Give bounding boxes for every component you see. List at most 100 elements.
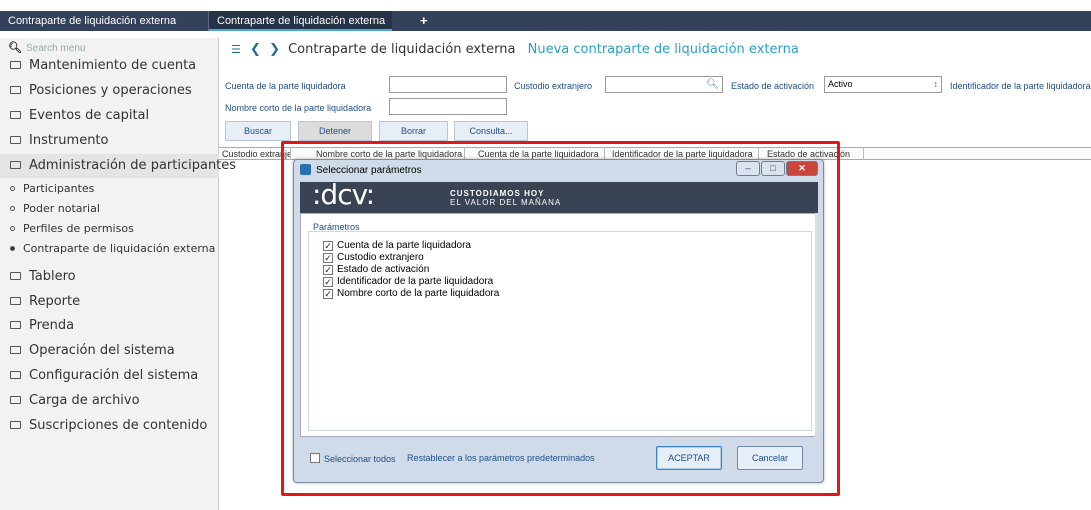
params-group: ✓ Cuenta de la parte liquidadora ✓ Custodi… — [308, 231, 812, 431]
search-input[interactable]: Search menu — [26, 43, 85, 54]
seleccionar-parametros-dialog: Seleccionar parámetros – □ ✕ :dcv: CUSTO… — [293, 159, 824, 483]
folder-icon — [10, 61, 21, 69]
dropdown-icon[interactable]: ↕ — [934, 77, 939, 92]
folder-icon — [10, 272, 21, 280]
folder-icon — [10, 396, 21, 404]
dialog-scrollbar[interactable] — [815, 213, 818, 437]
param-label: Cuenta de la parte liquidadora — [337, 240, 471, 251]
sidebar-item-instrumento[interactable]: Instrumento — [10, 131, 108, 151]
param-checkbox-cuenta[interactable]: ✓ Cuenta de la parte liquidadora — [323, 240, 471, 252]
sidebar-item-label: Mantenimiento de cuenta — [29, 58, 197, 73]
sidebar-item-reporte[interactable]: Reporte — [10, 292, 80, 312]
checkbox-checked-icon[interactable]: ✓ — [323, 265, 333, 275]
select-all-checkbox[interactable]: Seleccionar todos — [310, 452, 396, 464]
param-label: Estado de activación — [337, 264, 430, 275]
checkbox-checked-icon[interactable]: ✓ — [323, 289, 333, 299]
top-tab-bar: Contraparte de liquidación externa Contr… — [0, 11, 1091, 31]
tab-contraparte-1[interactable]: Contraparte de liquidación externa — [0, 11, 209, 31]
sidebar-item-operacion[interactable]: Operación del sistema — [10, 341, 175, 361]
maximize-button[interactable]: □ — [761, 161, 785, 176]
sidebar-item-label: Posiciones y operaciones — [29, 83, 192, 98]
identificador-label: Identificador de la parte liquidadora — [950, 81, 1091, 91]
param-checkbox-identificador[interactable]: ✓ Identificador de la parte liquidadora — [323, 276, 493, 288]
sidebar-menu: 🔍︎ Search menu Mantenimiento de cuenta Po… — [0, 38, 236, 510]
checkbox-checked-icon[interactable]: ✓ — [323, 253, 333, 263]
sidebar-item-tablero[interactable]: Tablero — [10, 267, 76, 287]
param-checkbox-estado[interactable]: ✓ Estado de activación — [323, 264, 429, 276]
sidebar-item-administracion[interactable]: Administración de participantes — [0, 154, 236, 178]
detener-button[interactable]: Detener — [298, 121, 372, 141]
param-label: Custodio extranjero — [337, 252, 424, 263]
cancelar-button[interactable]: Cancelar — [737, 446, 803, 470]
bullet-icon — [10, 186, 15, 191]
tab-contraparte-2-active[interactable]: Contraparte de liquidación externa — [209, 11, 392, 31]
buscar-button[interactable]: Buscar — [225, 121, 291, 141]
sidebar-item-mantenimiento[interactable]: Mantenimiento de cuenta — [10, 56, 196, 76]
sidebar-subitem-label: Contraparte de liquidación externa — [23, 242, 216, 255]
back-arrow-icon[interactable]: ❮ — [250, 42, 261, 57]
nombre-input[interactable] — [389, 98, 507, 115]
sidebar-item-label: Operación del sistema — [29, 343, 175, 358]
sidebar-item-label: Suscripciones de contenido — [29, 418, 208, 433]
sidebar-subitem-participantes[interactable]: Participantes — [10, 180, 94, 198]
slogan-line-1: CUSTODIAMOS HOY — [450, 189, 545, 198]
page-title: Contraparte de liquidación externa — [288, 42, 516, 57]
checkbox-unchecked-icon[interactable] — [310, 453, 320, 463]
sidebar-item-suscripciones[interactable]: Suscripciones de contenido — [10, 416, 207, 436]
hierarchy-icon[interactable]: ☰ — [231, 43, 241, 56]
minimize-button[interactable]: – — [736, 161, 760, 176]
bullet-filled-icon — [10, 246, 15, 251]
close-button[interactable]: ✕ — [786, 161, 818, 176]
sidebar-item-posiciones[interactable]: Posiciones y operaciones — [10, 81, 192, 101]
sidebar-subitem-label: Poder notarial — [23, 202, 100, 215]
sidebar-subitem-perfiles[interactable]: Perfiles de permisos — [10, 220, 134, 238]
folder-icon — [10, 136, 21, 144]
sidebar-item-configuracion[interactable]: Configuración del sistema — [10, 366, 198, 386]
estado-select[interactable]: Activo ↕ — [824, 76, 942, 93]
search-icon[interactable]: 🔍︎ — [706, 77, 719, 92]
new-contraparte-link[interactable]: Nueva contraparte de liquidación externa — [528, 42, 799, 57]
app-icon — [300, 164, 311, 175]
aceptar-button[interactable]: ACEPTAR — [656, 446, 722, 470]
sidebar-item-label: Instrumento — [29, 133, 109, 148]
search-menu[interactable]: 🔍︎ Search menu — [8, 41, 85, 55]
folder-icon — [10, 421, 21, 429]
sidebar-item-label: Tablero — [29, 269, 76, 284]
sidebar-item-label: Prenda — [29, 318, 75, 333]
sidebar-subitem-poder[interactable]: Poder notarial — [10, 200, 100, 218]
custodio-input[interactable]: 🔍︎ — [605, 76, 723, 93]
sidebar-item-eventos[interactable]: Eventos de capital — [10, 106, 149, 126]
dcv-logo: :dcv: — [312, 178, 375, 211]
folder-icon — [10, 346, 21, 354]
add-tab-button[interactable]: + — [412, 11, 432, 31]
forward-arrow-icon[interactable]: ❯ — [269, 42, 280, 57]
restore-defaults-link[interactable]: Restablecer a los parámetros predetermin… — [407, 453, 595, 463]
estado-select-value: Activo — [828, 79, 853, 89]
param-label: Identificador de la parte liquidadora — [337, 276, 494, 287]
sidebar-item-label: Administración de participantes — [29, 158, 237, 173]
sidebar-item-label: Reporte — [29, 294, 81, 309]
sidebar-item-label: Configuración del sistema — [29, 368, 199, 383]
nombre-label: Nombre corto de la parte liquidadora — [225, 103, 372, 113]
cuenta-input[interactable] — [389, 76, 507, 93]
sidebar-item-label: Carga de archivo — [29, 393, 140, 408]
folder-icon — [10, 371, 21, 379]
sidebar-item-prenda[interactable]: Prenda — [10, 316, 74, 336]
dialog-footer: Seleccionar todos Restablecer a los pará… — [300, 437, 818, 477]
dialog-title: Seleccionar parámetros — [316, 165, 422, 176]
sidebar-subitem-contraparte[interactable]: Contraparte de liquidación externa — [10, 240, 215, 258]
breadcrumb: ☰ ❮ ❯ Contraparte de liquidación externa… — [231, 42, 799, 57]
custodio-label: Custodio extranjero — [514, 81, 593, 91]
sidebar-subitem-label: Participantes — [23, 182, 95, 195]
checkbox-checked-icon[interactable]: ✓ — [323, 241, 333, 251]
folder-icon — [10, 111, 21, 119]
estado-label: Estado de activación — [731, 81, 815, 91]
sidebar-item-carga[interactable]: Carga de archivo — [10, 391, 140, 411]
select-all-label: Seleccionar todos — [324, 454, 396, 464]
param-checkbox-custodio[interactable]: ✓ Custodio extranjero — [323, 252, 424, 264]
consulta-button[interactable]: Consulta... — [454, 121, 528, 141]
param-checkbox-nombre[interactable]: ✓ Nombre corto de la parte liquidadora — [323, 288, 499, 300]
folder-icon — [10, 86, 21, 94]
borrar-button[interactable]: Borrar — [379, 121, 448, 141]
checkbox-checked-icon[interactable]: ✓ — [323, 277, 333, 287]
